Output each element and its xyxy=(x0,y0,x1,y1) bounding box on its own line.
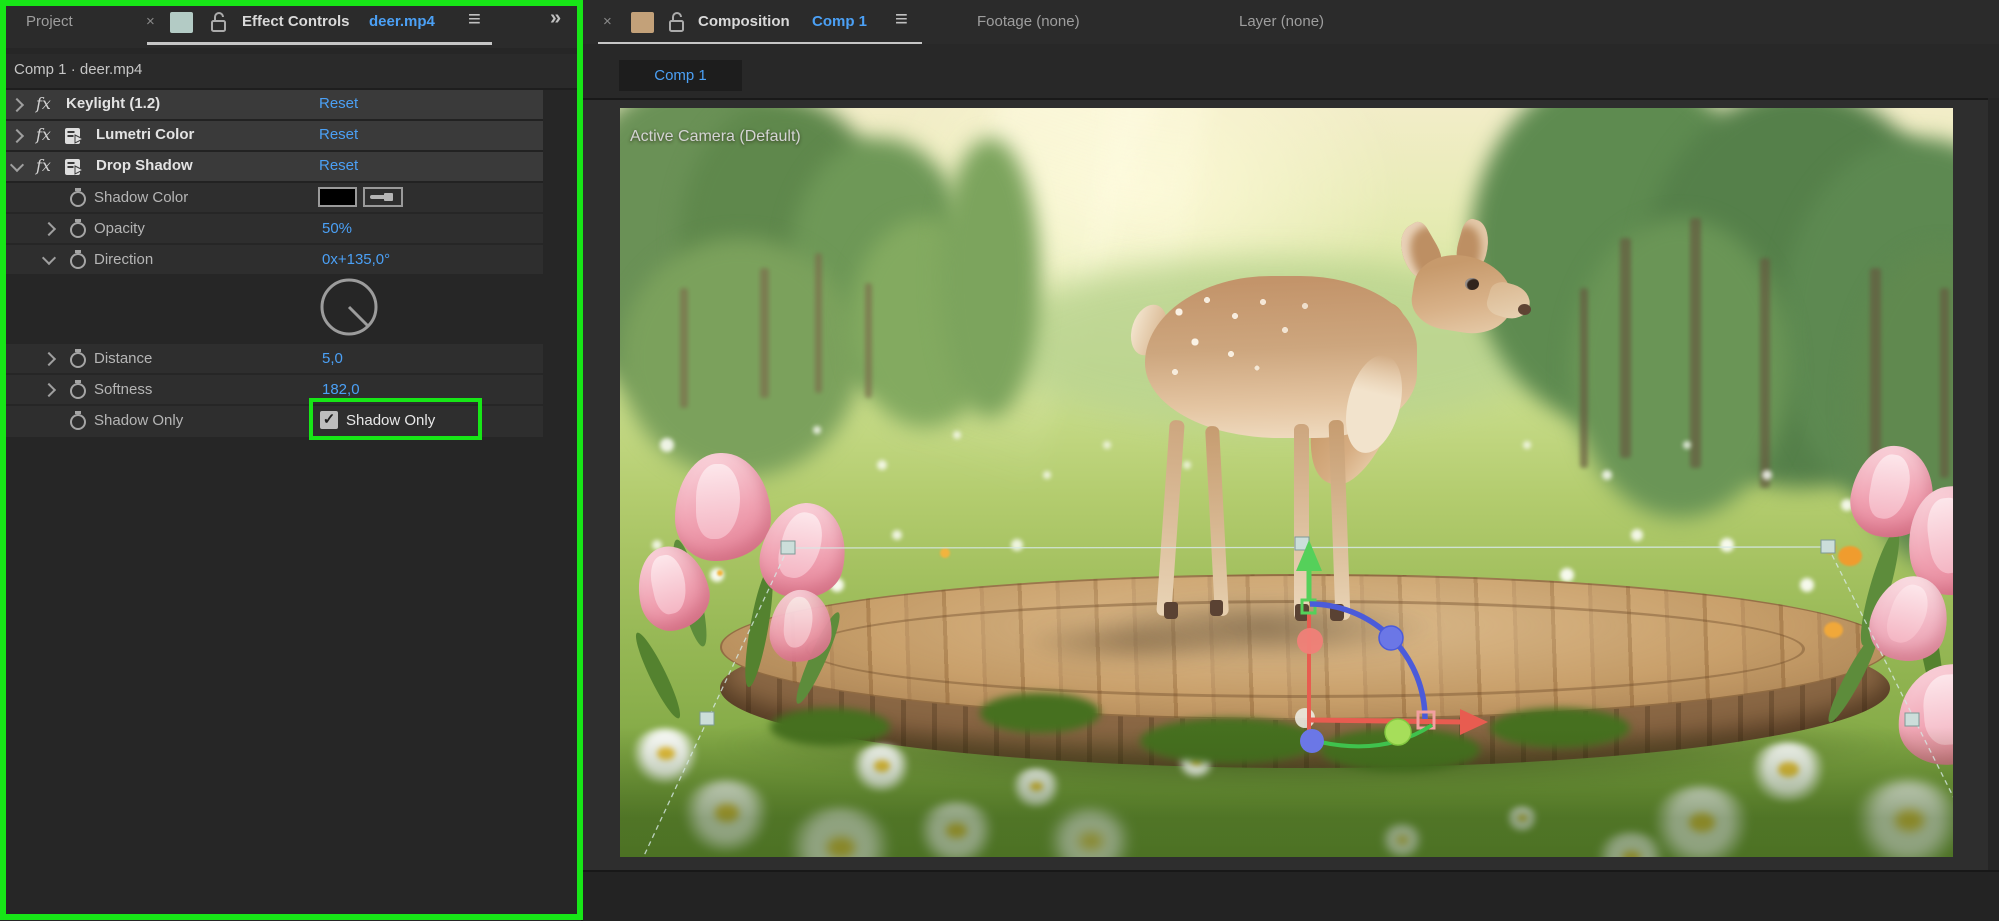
eyedropper-icon[interactable] xyxy=(363,187,403,207)
panel-tab-bar: × Composition Comp 1 ≡ Footage (none) La… xyxy=(583,0,1999,45)
panel-color-swatch[interactable] xyxy=(631,12,654,33)
expand-chevron-icon[interactable] xyxy=(41,351,57,367)
green-arc-dot xyxy=(1384,718,1412,746)
param-row-opacity: Opacity 50% xyxy=(0,214,543,245)
param-label: Shadow Only xyxy=(94,412,184,429)
effect-row-lumetri[interactable]: fx Lumetri Color Reset xyxy=(0,121,543,152)
effect-badge-icon xyxy=(65,159,84,175)
composition-viewport[interactable]: Active Camera (Default) xyxy=(620,108,1953,857)
viewer-tab-strip: Comp 1 xyxy=(583,44,1999,100)
stopwatch-icon[interactable] xyxy=(70,250,86,269)
viewer-tab-comp1[interactable]: Comp 1 xyxy=(619,60,742,91)
param-row-softness: Softness 182,0 xyxy=(0,375,543,406)
layer-wireframe-and-gizmo[interactable] xyxy=(620,108,1953,857)
stopwatch-icon[interactable] xyxy=(70,188,86,207)
x-axis-arrow xyxy=(1460,709,1488,735)
param-label: Direction xyxy=(94,251,154,268)
expand-chevron-icon[interactable] xyxy=(9,97,25,113)
close-icon[interactable]: × xyxy=(146,13,155,30)
tab-footage[interactable]: Footage (none) xyxy=(977,13,1080,30)
composition-panel: × Composition Comp 1 ≡ Footage (none) La… xyxy=(583,0,1999,921)
checkbox-label[interactable]: Shadow Only xyxy=(346,412,435,429)
param-label: Distance xyxy=(94,350,153,367)
stopwatch-icon[interactable] xyxy=(70,380,86,399)
effect-controls-panel: Project × Effect Controls deer.mp4 ≡ » C… xyxy=(0,0,583,921)
stopwatch-icon[interactable] xyxy=(70,349,86,368)
reset-link[interactable]: Reset xyxy=(319,157,358,174)
param-row-shadow-only: Shadow Only ✓ Shadow Only xyxy=(0,406,543,439)
active-tab-underline xyxy=(147,42,492,45)
viewer-toolbar: (77,6%) Full xyxy=(583,870,1999,921)
shadow-color-swatch[interactable] xyxy=(318,187,357,207)
param-row-direction: Direction 0x+135,0° xyxy=(0,245,543,276)
expand-chevron-icon[interactable] xyxy=(41,221,57,237)
stopwatch-icon[interactable] xyxy=(70,411,86,430)
green-rotation-arc xyxy=(1319,723,1434,749)
effect-badge-icon xyxy=(65,128,84,144)
panel-menu-icon[interactable]: ≡ xyxy=(468,6,481,32)
fx-badge-icon: fx xyxy=(36,125,51,144)
panel-menu-icon[interactable]: ≡ xyxy=(895,6,908,32)
tab-project[interactable]: Project xyxy=(26,13,73,30)
param-value[interactable]: 5,0 xyxy=(322,350,343,367)
fx-badge-icon: fx xyxy=(36,94,51,113)
param-row-distance: Distance 5,0 xyxy=(0,344,543,375)
viewer-vertical-scrollbar[interactable] xyxy=(1988,98,1999,870)
tab-layer[interactable]: Layer (none) xyxy=(1239,13,1324,30)
param-label: Opacity xyxy=(94,220,145,237)
tab-composition[interactable]: Composition xyxy=(698,13,790,30)
z-rotation-arc xyxy=(1309,601,1428,720)
after-effects-window: Project × Effect Controls deer.mp4 ≡ » C… xyxy=(0,0,1999,921)
comp-source-label: Comp 1 · deer.mp4 xyxy=(14,61,143,78)
expand-chevron-icon[interactable] xyxy=(41,382,57,398)
close-icon[interactable]: × xyxy=(603,13,612,30)
wireframe-right-edge xyxy=(1827,546,1953,798)
panel-tab-bar: Project × Effect Controls deer.mp4 ≡ » xyxy=(0,0,583,48)
effect-controls-source-name[interactable]: deer.mp4 xyxy=(369,13,435,30)
overflow-icon[interactable]: » xyxy=(550,7,561,30)
blue-axis-dot xyxy=(1300,729,1324,753)
panel-color-swatch[interactable] xyxy=(170,12,193,33)
param-value[interactable]: 182,0 xyxy=(322,381,360,398)
stopwatch-icon[interactable] xyxy=(70,219,86,238)
collapse-chevron-icon[interactable] xyxy=(41,250,57,266)
fx-badge-icon: fx xyxy=(36,156,51,175)
3d-transform-gizmo xyxy=(1295,540,1488,753)
param-label: Softness xyxy=(94,381,153,398)
wireframe-left-edge xyxy=(642,547,789,857)
effect-name[interactable]: Drop Shadow xyxy=(96,157,193,174)
collapse-chevron-icon[interactable] xyxy=(9,157,25,173)
param-value[interactable]: 0x+135,0° xyxy=(322,251,390,268)
reset-link[interactable]: Reset xyxy=(319,126,358,143)
effect-row-drop-shadow[interactable]: fx Drop Shadow Reset xyxy=(0,152,543,183)
param-row-shadow-color: Shadow Color xyxy=(0,183,543,214)
effect-row-keylight[interactable]: fx Keylight (1.2) Reset xyxy=(0,90,543,121)
direction-dial-row xyxy=(0,276,543,342)
param-label: Shadow Color xyxy=(94,189,189,206)
direction-dial[interactable] xyxy=(317,276,381,340)
effect-name[interactable]: Keylight (1.2) xyxy=(66,95,160,112)
expand-chevron-icon[interactable] xyxy=(9,128,25,144)
blue-arc-dot xyxy=(1378,625,1404,651)
shadow-only-checkbox[interactable]: ✓ xyxy=(320,411,338,429)
comp-source-row: Comp 1 · deer.mp4 xyxy=(0,54,583,90)
lock-open-icon[interactable] xyxy=(209,11,229,33)
param-value[interactable]: 50% xyxy=(322,220,352,237)
tab-effect-controls[interactable]: Effect Controls xyxy=(242,13,350,30)
effect-name[interactable]: Lumetri Color xyxy=(96,126,194,143)
lock-open-icon[interactable] xyxy=(667,11,687,33)
red-axis-dot xyxy=(1297,628,1323,654)
reset-link[interactable]: Reset xyxy=(319,95,358,112)
composition-name[interactable]: Comp 1 xyxy=(812,13,867,30)
